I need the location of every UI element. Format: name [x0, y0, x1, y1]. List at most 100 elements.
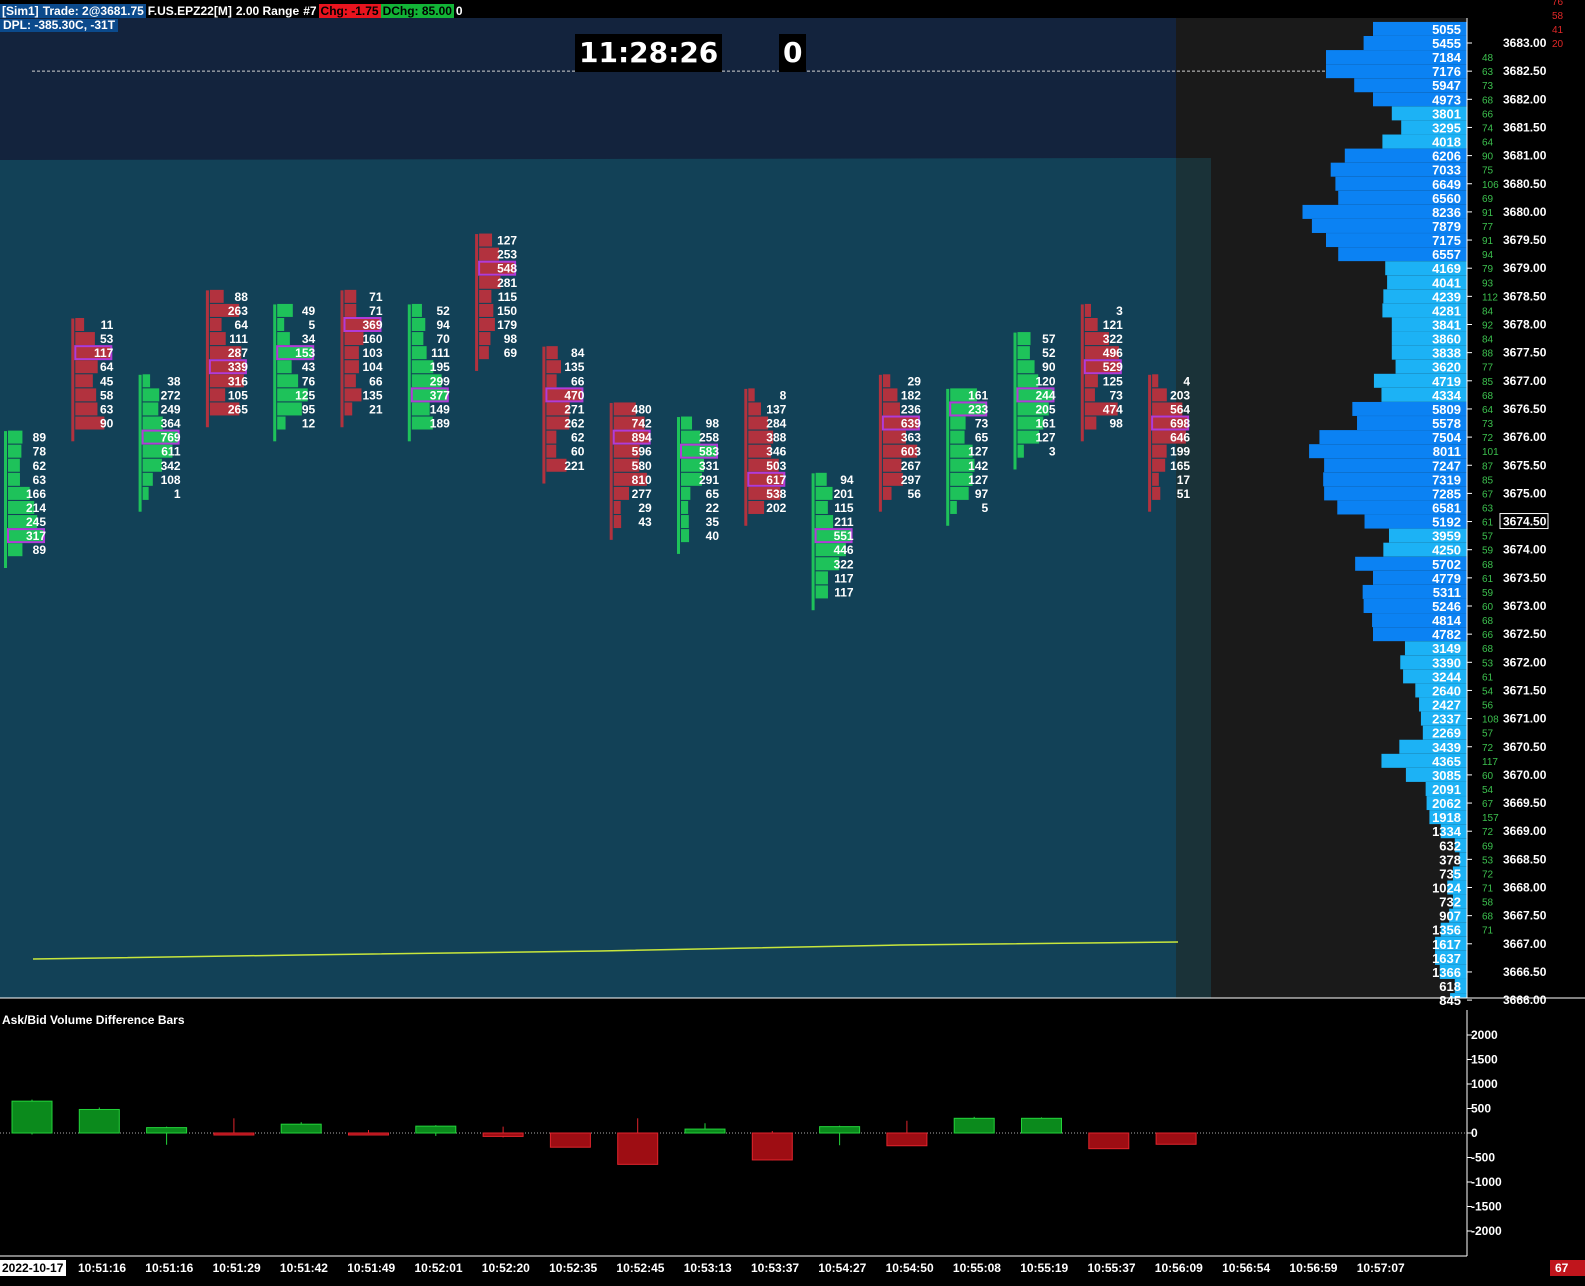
diff-y-axis: 2000 1500 1000 500 0 -500 -1000 -1500 -2000 [1467, 1028, 1502, 1238]
time-label: 10:53:13 [684, 1261, 732, 1275]
diff-bar[interactable] [280, 1123, 322, 1134]
volume-value: 249 [161, 402, 181, 416]
profile-value: 3838 [1432, 346, 1461, 361]
volume-value: 88 [235, 290, 249, 304]
profile-value: 7033 [1432, 163, 1461, 178]
volume-value: 97 [975, 487, 989, 501]
diff-bar[interactable] [348, 1132, 389, 1136]
volume-cell [681, 486, 691, 500]
chart-main[interactable]: 8978626316621424531789115311764455863903… [0, 0, 1585, 1010]
level-count: 73 [1482, 81, 1494, 92]
column-wick [407, 304, 411, 442]
volume-value: 214 [26, 501, 46, 515]
column-wick [138, 374, 142, 512]
volume-value: 29 [638, 501, 652, 515]
band-extension [1176, 158, 1211, 998]
profile-value: 735 [1439, 866, 1461, 881]
diff-bar[interactable] [1155, 1132, 1197, 1145]
level-count: 84 [1482, 306, 1494, 317]
volume-cell [950, 500, 957, 514]
diff-bar[interactable] [1088, 1132, 1130, 1150]
diff-bar[interactable] [886, 1132, 928, 1147]
volume-value: 388 [766, 431, 786, 445]
diff-bar[interactable] [953, 1117, 995, 1134]
price-tick-label: 3679.00 [1503, 261, 1547, 275]
volume-cell [546, 374, 557, 388]
volume-value: 127 [968, 445, 988, 459]
volume-cell [748, 402, 761, 416]
footprint-column-1[interactable]: 11531176445586390 [71, 318, 114, 442]
diff-panel[interactable]: 2000 1500 1000 500 0 -500 -1000 -1500 -2000 2022-… [0, 1010, 1585, 1286]
level-count: 91 [1482, 208, 1494, 219]
diff-bar[interactable] [11, 1100, 53, 1134]
footprint-column-11[interactable]: 8137284388346503617538202 [744, 388, 787, 526]
volume-value: 271 [564, 402, 584, 416]
volume-cell [8, 444, 22, 458]
profile-value: 4239 [1432, 289, 1461, 304]
level-count: 20 [1552, 39, 1564, 50]
volume-value: 317 [26, 529, 46, 543]
volume-cell [75, 332, 95, 346]
diff-bar[interactable] [482, 1132, 524, 1137]
diff-bar[interactable] [684, 1128, 726, 1134]
volume-cell [950, 416, 966, 430]
time-label: 10:53:37 [751, 1261, 799, 1275]
volume-value: 90 [100, 417, 114, 431]
volume-value: 137 [766, 402, 786, 416]
level-count: 59 [1482, 588, 1494, 599]
column-wick [878, 374, 882, 512]
profile-value: 7504 [1432, 430, 1462, 445]
diff-bar[interactable] [146, 1127, 188, 1134]
column-wick [542, 346, 546, 484]
price-tick-label: 3672.00 [1503, 655, 1547, 669]
footprint-column-8[interactable]: 84135664702712626260221 [542, 346, 585, 484]
footprint-column-3[interactable]: 8826364111287339316105265 [205, 289, 249, 428]
volume-cell [344, 332, 364, 346]
volume-value: 94 [436, 318, 450, 332]
level-count: 69 [1482, 194, 1494, 205]
volume-value: 111 [229, 332, 248, 346]
daily-change-label: DChg: 85.00 [380, 4, 454, 18]
diff-bar[interactable] [617, 1132, 659, 1165]
volume-value: 233 [968, 402, 988, 416]
diff-bar[interactable] [549, 1132, 591, 1148]
bar-type-label[interactable]: 2.00 Range [233, 4, 302, 18]
column-wick [340, 290, 344, 428]
volume-value: 262 [564, 417, 584, 431]
time-label: 10:51:16 [145, 1261, 193, 1275]
volume-value: 153 [295, 346, 315, 360]
diff-bar[interactable] [78, 1108, 120, 1134]
volume-cell [815, 472, 827, 486]
profile-value: 3149 [1432, 641, 1461, 656]
volume-cell [1152, 458, 1166, 472]
volume-value: 98 [504, 332, 518, 346]
volume-cell [411, 402, 430, 416]
time-label: 10:51:29 [213, 1261, 261, 1275]
symbol-label[interactable]: F.US.EPZ22[M] [145, 4, 234, 18]
time-label: 10:56:09 [1155, 1261, 1203, 1275]
diff-bar[interactable] [1021, 1117, 1062, 1134]
volume-value: 127 [497, 234, 517, 248]
volume-cell [277, 318, 285, 331]
profile-value: 907 [1439, 909, 1461, 924]
volume-cell [1084, 318, 1098, 331]
diff-bar[interactable] [751, 1132, 793, 1161]
volume-value: 480 [632, 402, 652, 416]
volume-value: 38 [167, 374, 181, 388]
level-count: 72 [1482, 869, 1494, 880]
diff-bar[interactable] [819, 1126, 861, 1134]
level-count: 54 [1482, 686, 1494, 697]
volume-cell [882, 472, 903, 486]
level-count: 68 [1482, 644, 1494, 655]
diff-bar[interactable] [213, 1132, 255, 1136]
level-count: 75 [1482, 166, 1494, 177]
volume-value: 120 [1035, 374, 1055, 388]
volume-value: 202 [766, 501, 786, 515]
profile-value: 2091 [1432, 782, 1461, 797]
volume-cell [882, 458, 902, 472]
volume-value: 284 [766, 417, 786, 431]
volume-cell [209, 289, 224, 303]
diff-bar[interactable] [415, 1125, 457, 1134]
level-count: 68 [1482, 560, 1494, 571]
profile-value: 6581 [1432, 500, 1461, 515]
